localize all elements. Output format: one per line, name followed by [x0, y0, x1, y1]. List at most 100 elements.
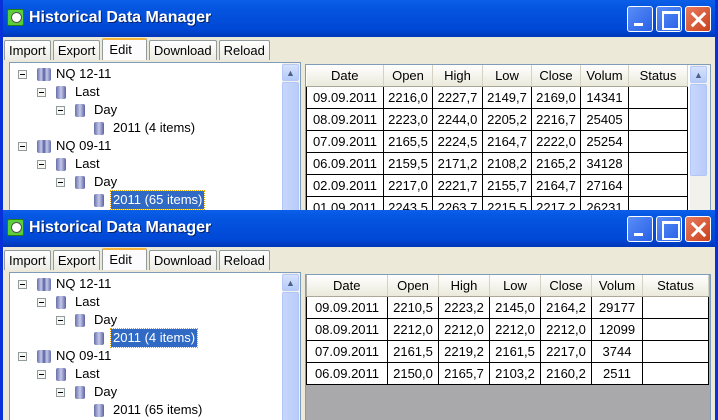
- column-header-status[interactable]: Status: [642, 275, 709, 297]
- tree-node-label[interactable]: NQ 09-11: [54, 137, 113, 155]
- scroll-up-button[interactable]: ▲: [282, 64, 299, 81]
- column-header-volum[interactable]: Volum: [580, 65, 629, 87]
- cell-low[interactable]: 2215,5: [482, 195, 532, 210]
- cell-date[interactable]: 07.09.2011: [306, 129, 384, 153]
- scroll-thumb[interactable]: [282, 292, 299, 420]
- cell-low[interactable]: 2205,2: [482, 107, 532, 131]
- table-row[interactable]: 07.09.2011 2161,5 2219,2 2161,5 2217,0 3744: [306, 339, 709, 363]
- column-header-status[interactable]: Status: [628, 65, 688, 87]
- cell-status[interactable]: [628, 151, 688, 175]
- cell-open[interactable]: 2159,5: [383, 151, 433, 175]
- scroll-up-button[interactable]: ▲: [282, 274, 299, 291]
- collapse-icon[interactable]: [18, 142, 27, 151]
- cell-status[interactable]: [628, 85, 688, 109]
- cell-close[interactable]: 2217,0: [540, 339, 592, 363]
- column-header-high[interactable]: High: [432, 65, 483, 87]
- cell-status[interactable]: [628, 173, 688, 197]
- tree-node-label[interactable]: 2011 (65 items): [109, 190, 206, 210]
- column-header-close[interactable]: Close: [540, 275, 592, 297]
- tab-reload[interactable]: Reload: [218, 40, 270, 60]
- cell-volum[interactable]: 25405: [580, 107, 629, 131]
- maximize-button[interactable]: [656, 6, 682, 32]
- tree-node[interactable]: Day: [10, 383, 280, 401]
- cell-date[interactable]: 08.09.2011: [306, 317, 388, 341]
- tree-node[interactable]: NQ 09-11: [10, 347, 280, 365]
- column-header-open[interactable]: Open: [383, 65, 433, 87]
- tree-node[interactable]: 2011 (65 items): [10, 190, 280, 210]
- table-row[interactable]: 08.09.2011 2223,0 2244,0 2205,2 2216,7 25405: [306, 107, 688, 131]
- cell-low[interactable]: 2161,5: [489, 339, 541, 363]
- cell-date[interactable]: 09.09.2011: [306, 295, 388, 319]
- cell-low[interactable]: 2164,7: [482, 129, 532, 153]
- title-bar[interactable]: Historical Data Manager: [3, 0, 715, 37]
- cell-open[interactable]: 2217,0: [383, 173, 433, 197]
- tree-node-label[interactable]: Last: [73, 293, 102, 311]
- cell-volum[interactable]: 14341: [580, 85, 629, 109]
- cell-open[interactable]: 2212,0: [387, 317, 439, 341]
- tab-import[interactable]: Import: [4, 250, 51, 270]
- tree-node[interactable]: Last: [10, 293, 280, 311]
- tree-node[interactable]: Last: [10, 83, 280, 101]
- cell-volum[interactable]: 2511: [591, 361, 643, 385]
- cell-close[interactable]: 2164,7: [531, 173, 581, 197]
- cell-date[interactable]: 06.09.2011: [306, 151, 384, 175]
- table-row[interactable]: 08.09.2011 2212,0 2212,0 2212,0 2212,0 12099: [306, 317, 709, 341]
- cell-low[interactable]: 2145,0: [489, 295, 541, 319]
- cell-high[interactable]: 2171,2: [432, 151, 483, 175]
- cell-status[interactable]: [642, 317, 709, 341]
- table-row[interactable]: 09.09.2011 2216,0 2227,7 2149,7 2169,0 14341: [306, 85, 688, 109]
- collapse-icon[interactable]: [56, 178, 65, 187]
- cell-volum[interactable]: 25254: [580, 129, 629, 153]
- column-header-high[interactable]: High: [438, 275, 490, 297]
- tree-node-label[interactable]: NQ 12-11: [54, 275, 113, 293]
- tab-download[interactable]: Download: [148, 250, 217, 270]
- cell-status[interactable]: [628, 107, 688, 131]
- cell-low[interactable]: 2212,0: [489, 317, 541, 341]
- cell-low[interactable]: 2149,7: [482, 85, 532, 109]
- tree-node-label[interactable]: Day: [92, 101, 119, 119]
- tab-import[interactable]: Import: [4, 40, 51, 60]
- cell-status[interactable]: [628, 195, 688, 210]
- cell-high[interactable]: 2223,2: [438, 295, 490, 319]
- tree-node[interactable]: 2011 (4 items): [10, 328, 280, 348]
- minimize-button[interactable]: [627, 216, 653, 242]
- cell-close[interactable]: 2212,0: [540, 317, 592, 341]
- tree-node-label[interactable]: Day: [92, 383, 119, 401]
- grid-scrollbar[interactable]: ▲: [690, 65, 710, 210]
- cell-high[interactable]: 2219,2: [438, 339, 490, 363]
- collapse-icon[interactable]: [56, 388, 65, 397]
- cell-close[interactable]: 2217,2: [531, 195, 581, 210]
- tree-node-label[interactable]: NQ 12-11: [54, 65, 113, 83]
- table-row[interactable]: 07.09.2011 2165,5 2224,5 2164,7 2222,0 25254: [306, 129, 688, 153]
- symbol-tree[interactable]: NQ 12-11 Last Day 2011 (4 items) NQ 09-11 Las…: [9, 62, 301, 210]
- collapse-icon[interactable]: [18, 70, 27, 79]
- tree-node[interactable]: 2011 (65 items): [10, 401, 280, 419]
- tree-node[interactable]: 2011 (4 items): [10, 119, 280, 137]
- cell-date[interactable]: 01.09.2011: [306, 195, 384, 210]
- tab-edit[interactable]: Edit: [102, 38, 147, 60]
- tree-node-label[interactable]: Day: [92, 173, 119, 191]
- cell-close[interactable]: 2164,2: [540, 295, 592, 319]
- cell-date[interactable]: 02.09.2011: [306, 173, 384, 197]
- scroll-up-button[interactable]: ▲: [690, 66, 707, 83]
- minimize-button[interactable]: [627, 6, 653, 32]
- cell-volum[interactable]: 34128: [580, 151, 629, 175]
- cell-open[interactable]: 2216,0: [383, 85, 433, 109]
- cell-volum[interactable]: 27164: [580, 173, 629, 197]
- tree-node-label[interactable]: NQ 09-11: [54, 347, 113, 365]
- tab-reload[interactable]: Reload: [218, 250, 270, 270]
- collapse-icon[interactable]: [37, 88, 46, 97]
- cell-open[interactable]: 2150,0: [387, 361, 439, 385]
- column-header-date[interactable]: Date: [306, 275, 388, 297]
- tree-scrollbar[interactable]: ▲: [282, 273, 300, 420]
- tab-download[interactable]: Download: [148, 40, 217, 60]
- cell-close[interactable]: 2169,0: [531, 85, 581, 109]
- cell-status[interactable]: [642, 361, 709, 385]
- cell-close[interactable]: 2165,2: [531, 151, 581, 175]
- column-header-date[interactable]: Date: [306, 65, 384, 87]
- tree-node-label[interactable]: Last: [73, 155, 102, 173]
- cell-date[interactable]: 09.09.2011: [306, 85, 384, 109]
- collapse-icon[interactable]: [37, 160, 46, 169]
- cell-high[interactable]: 2221,7: [432, 173, 483, 197]
- cell-open[interactable]: 2161,5: [387, 339, 439, 363]
